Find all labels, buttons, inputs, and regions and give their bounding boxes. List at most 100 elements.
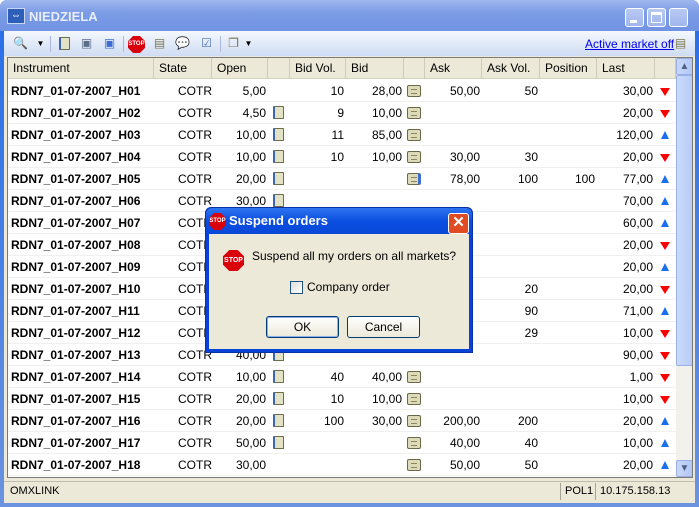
ask-vol-cell: 200: [517, 414, 538, 428]
notebook-icon[interactable]: [273, 392, 284, 405]
chevron-down-icon[interactable]: ▼: [240, 35, 257, 52]
last-cell: 1,00: [629, 370, 653, 384]
notebook-icon[interactable]: [273, 414, 284, 427]
table-row[interactable]: RDN7_01-07-2007_H16 COTR 20,00 100 30,00 200,…: [8, 410, 676, 432]
folder-info-icon[interactable]: [407, 173, 421, 185]
notebook-icon[interactable]: [273, 106, 284, 119]
vertical-scrollbar[interactable]: ▲ ▼: [676, 58, 692, 477]
separator: [220, 36, 221, 52]
minimize-button[interactable]: [625, 8, 644, 27]
table-row[interactable]: RDN7_01-07-2007_H18 COTR 30,00 50,00 50 20,00: [8, 454, 676, 476]
position-cell: [540, 410, 595, 432]
ok-button[interactable]: OK: [266, 316, 339, 338]
folder-icon[interactable]: [407, 85, 421, 97]
instrument-cell: RDN7_01-07-2007_H04: [11, 150, 141, 164]
columns-icon[interactable]: ▤: [151, 35, 168, 52]
add-order-icon[interactable]: ▣: [101, 35, 118, 52]
active-market-link[interactable]: Active market off: [585, 37, 674, 51]
table-row[interactable]: RDN7_01-07-2007_H04 COTR 10,00 10 10,00 30,00…: [8, 146, 676, 168]
scrollbar-thumb[interactable]: [676, 75, 692, 366]
column-header[interactable]: Ask Vol.: [482, 58, 540, 79]
dialog-title-bar[interactable]: STOP Suspend orders ✕: [206, 208, 472, 234]
status-connection: OMXLINK: [10, 485, 60, 497]
position-cell: [540, 454, 595, 476]
bid-cell: 10,00: [371, 392, 402, 406]
scroll-down-button[interactable]: ▼: [676, 460, 692, 477]
company-order-checkbox[interactable]: [290, 281, 303, 294]
instrument-cell: RDN7_01-07-2007_H08: [11, 238, 141, 252]
ask-vol-cell: 90: [524, 304, 538, 318]
table-row[interactable]: RDN7_01-07-2007_H01 COTR 5,00 10 28,00 50,00 5…: [8, 80, 676, 102]
column-header[interactable]: [655, 58, 676, 79]
last-cell: 120,00: [616, 128, 653, 142]
last-cell: 90,00: [622, 348, 653, 362]
column-header[interactable]: Last: [597, 58, 655, 79]
instrument-cell: RDN7_01-07-2007_H10: [11, 282, 141, 296]
ask-cell: 30,00: [449, 150, 480, 164]
stop-icon: STOP: [209, 213, 226, 230]
notebook-icon[interactable]: [273, 172, 284, 185]
search-icon[interactable]: 🔍: [12, 35, 29, 52]
last-cell: 20,00: [622, 282, 653, 296]
cancel-button[interactable]: Cancel: [347, 316, 420, 338]
bid-vol-cell: 9: [337, 106, 344, 120]
column-header[interactable]: Bid Vol.: [290, 58, 346, 79]
arrow-down-icon: [660, 330, 670, 338]
column-header[interactable]: [404, 58, 425, 79]
bid-vol-cell: [290, 168, 344, 190]
table-row[interactable]: RDN7_01-07-2007_H17 COTR 50,00 40,00 40 10,00: [8, 432, 676, 454]
notebook-icon[interactable]: [273, 150, 284, 163]
folder-icon[interactable]: [407, 393, 421, 405]
folder-icon[interactable]: [407, 415, 421, 427]
notebook-icon[interactable]: [273, 194, 284, 207]
folder-icon[interactable]: [407, 151, 421, 163]
table-row[interactable]: RDN7_01-07-2007_H02 COTR 4,50 9 10,00 20,00: [8, 102, 676, 124]
folder-icon[interactable]: [407, 371, 421, 383]
notebook-icon[interactable]: [273, 370, 284, 383]
comment-icon[interactable]: 💬: [174, 35, 191, 52]
company-order-label[interactable]: Company order: [307, 280, 390, 294]
notebook-icon[interactable]: [56, 35, 73, 52]
close-button[interactable]: [669, 8, 688, 27]
column-header[interactable]: [268, 58, 290, 79]
windows-icon[interactable]: ▤: [672, 35, 689, 52]
table-row[interactable]: RDN7_01-07-2007_H05 COTR 20,00 78,00 100 100 7…: [8, 168, 676, 190]
column-header[interactable]: Open: [212, 58, 268, 79]
column-header[interactable]: Position: [540, 58, 597, 79]
table-row[interactable]: RDN7_01-07-2007_H03 COTR 10,00 11 85,00 120,0…: [8, 124, 676, 146]
instrument-cell: RDN7_01-07-2007_H13: [11, 348, 141, 362]
table-row[interactable]: RDN7_01-07-2007_H14 COTR 10,00 40 40,00 1,00: [8, 366, 676, 388]
instrument-cell: RDN7_01-07-2007_H11: [11, 304, 140, 318]
scroll-up-button[interactable]: ▲: [676, 58, 692, 75]
folder-icon[interactable]: [407, 459, 421, 471]
title-bar[interactable]: ⇔ NIEDZIELA: [0, 0, 699, 31]
column-header[interactable]: State: [154, 58, 212, 79]
position-cell: [540, 388, 595, 410]
separator: [123, 36, 124, 52]
folder-icon[interactable]: [407, 437, 421, 449]
dialog-close-button[interactable]: ✕: [448, 213, 469, 234]
column-header[interactable]: Instrument: [8, 58, 154, 79]
table-row[interactable]: RDN7_01-07-2007_H15 COTR 20,00 10 10,00 10,00: [8, 388, 676, 410]
chevron-down-icon[interactable]: ▼: [32, 35, 49, 52]
suspend-orders-dialog: STOP Suspend orders ✕ STOP Suspend all m…: [205, 207, 473, 353]
bid-cell: 30,00: [371, 414, 402, 428]
column-header[interactable]: Ask: [425, 58, 482, 79]
bid-cell: [346, 168, 402, 190]
column-header[interactable]: Bid: [346, 58, 404, 79]
bid-vol-cell: [290, 432, 344, 454]
dialog-body: STOP Suspend all my orders on all market…: [209, 234, 469, 349]
folder-icon[interactable]: [407, 107, 421, 119]
notebook-icon[interactable]: [273, 128, 284, 141]
arrow-up-icon: [661, 175, 669, 183]
open-cell: 5,00: [242, 84, 266, 98]
maximize-button[interactable]: [647, 8, 666, 27]
folder-icon[interactable]: [407, 129, 421, 141]
instrument-cell: RDN7_01-07-2007_H14: [11, 370, 141, 384]
instrument-cell: RDN7_01-07-2007_H15: [11, 392, 141, 406]
notebook-icon[interactable]: [273, 436, 284, 449]
order-icon[interactable]: ▣: [78, 35, 95, 52]
open-cell: 4,50: [242, 106, 266, 120]
stop-icon[interactable]: STOP: [128, 36, 145, 53]
checklist-icon[interactable]: ☑: [198, 35, 215, 52]
